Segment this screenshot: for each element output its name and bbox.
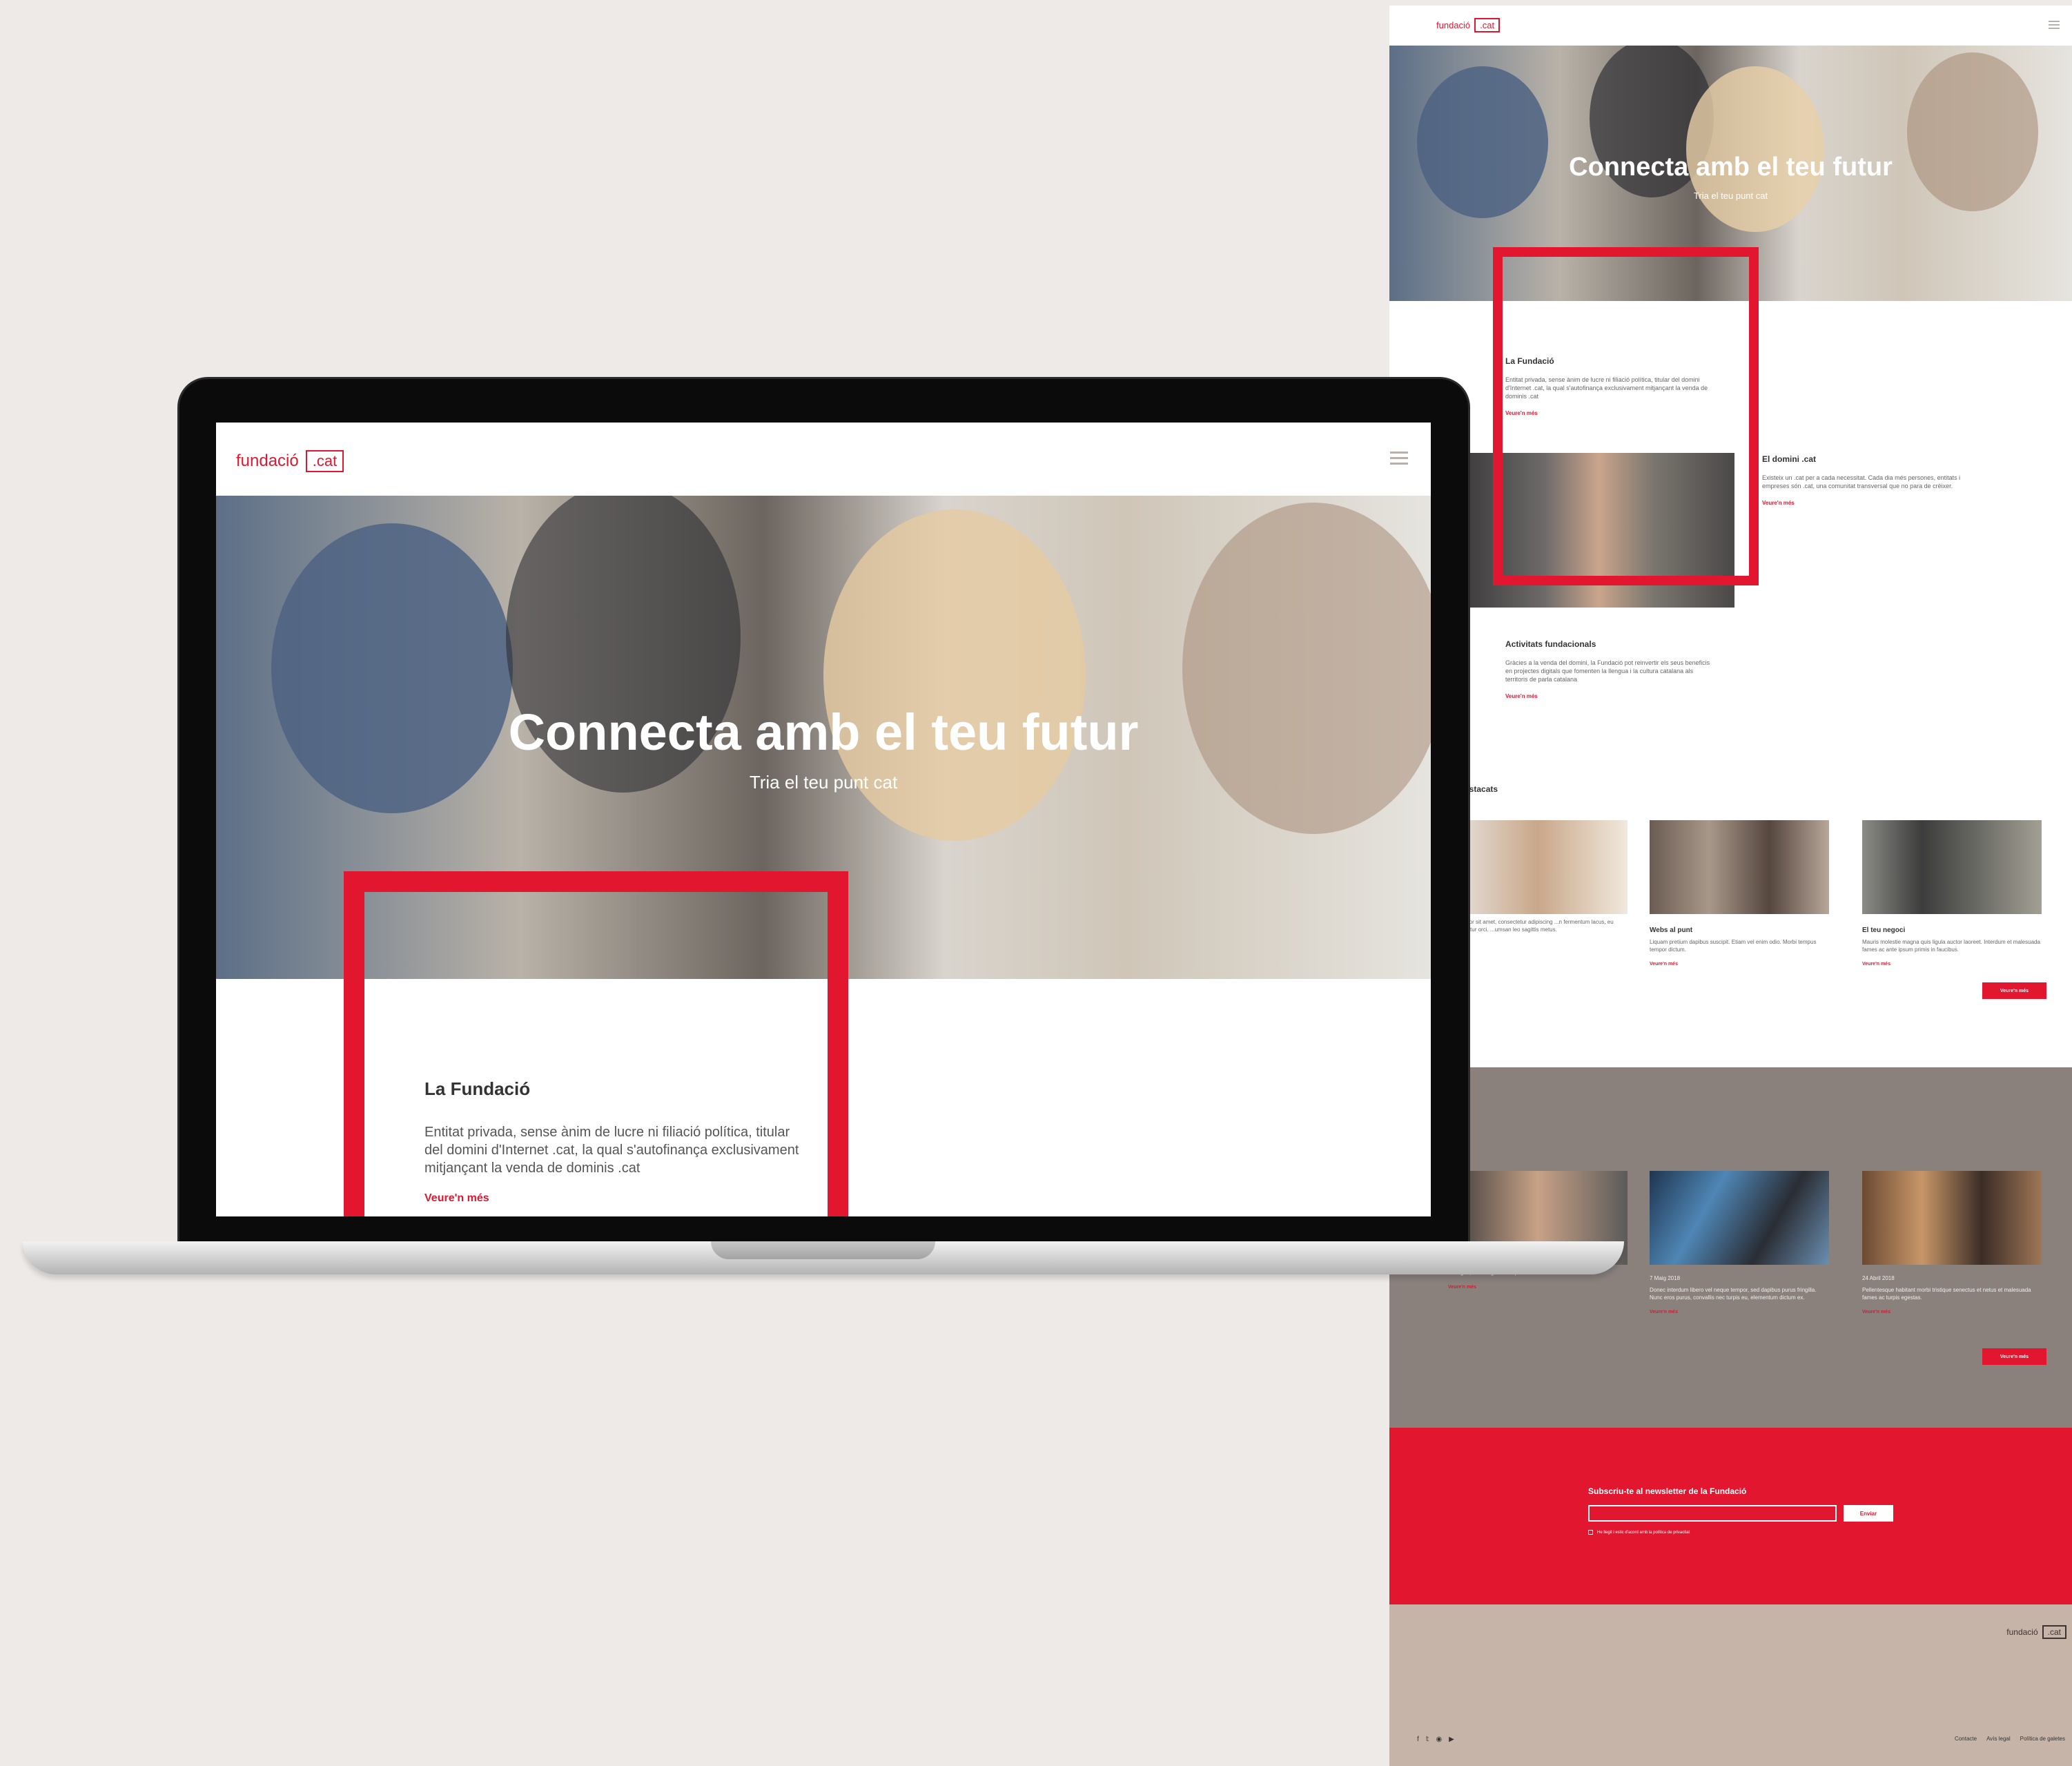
domain-link[interactable]: Veure'n més	[1762, 500, 1969, 506]
site-logo[interactable]: fundació .cat	[236, 450, 344, 472]
news-link[interactable]: Veure'n més	[1650, 1310, 1829, 1314]
red-frame-decoration	[1493, 247, 1759, 585]
about-title: La Fundació	[1505, 356, 1554, 366]
newsletter-title: Subscriu-te al newsletter de la Fundació	[1588, 1486, 1747, 1496]
featured-card[interactable]: Webs al punt Liquam pretium dapibus susc…	[1650, 820, 1829, 967]
page-preview: fundació .cat Connecta amb el teu futur …	[1389, 6, 2072, 1766]
twitter-icon[interactable]: 𝕥	[1426, 1736, 1429, 1743]
featured-text: Mauris molestie magna quis ligula auctor…	[1862, 939, 2040, 953]
logo-text: fundació	[236, 452, 299, 470]
newsletter-submit-button[interactable]: Enviar	[1844, 1505, 1893, 1522]
logo-tld: .cat	[2042, 1625, 2066, 1639]
privacy-label: He llegit i estic d'acord amb la polític…	[1597, 1530, 1690, 1535]
featured-image	[1448, 820, 1628, 914]
privacy-checkbox[interactable]: He llegit i estic d'acord amb la polític…	[1588, 1530, 1690, 1535]
domain-card: El domini .cat Existeix un .cat per a ca…	[1762, 454, 1969, 506]
featured-title-item: El teu negoci	[1862, 926, 1906, 934]
preview-header: fundació .cat	[1389, 6, 2072, 46]
logo-text: fundació	[1436, 20, 1471, 30]
footer: fundació .cat f 𝕥 ◉ ▶ Contacte Avís lega…	[1389, 1604, 2072, 1766]
featured-link[interactable]: Veure'n més	[1862, 962, 2042, 967]
news-date: 7 Maig 2018	[1650, 1275, 1681, 1281]
about-link[interactable]: Veure'n més	[1505, 410, 1712, 416]
featured-title-item: Webs al punt	[1650, 926, 1693, 934]
news-card[interactable]: 24 Abril 2018 Pellentesque habitant morb…	[1862, 1171, 2042, 1314]
news-link[interactable]: Veure'n més	[1862, 1310, 2042, 1314]
social-links: f 𝕥 ◉ ▶	[1417, 1736, 1454, 1743]
about-title: La Fundació	[424, 1078, 531, 1099]
menu-icon[interactable]	[2049, 21, 2060, 29]
news-more-button[interactable]: Veure'n més	[1982, 1348, 2046, 1365]
featured-more-button[interactable]: Veure'n més	[1982, 982, 2046, 999]
footer-links: Contacte Avís legal Política de galetes	[1955, 1736, 2065, 1742]
activities-card: Activitats fundacionals Gràcies a la ven…	[1505, 639, 1712, 699]
preview-logo[interactable]: fundació .cat	[1436, 18, 1501, 32]
about-link[interactable]: Veure'n més	[424, 1192, 811, 1205]
logo-tld: .cat	[305, 450, 344, 472]
hero-title: Connecta amb el teu futur	[508, 704, 1139, 761]
menu-icon[interactable]	[1390, 452, 1408, 465]
site-header: fundació .cat	[216, 423, 1431, 496]
domain-text: Existeix un .cat per a cada necessitat. …	[1762, 474, 1961, 489]
facebook-icon[interactable]: f	[1417, 1736, 1419, 1743]
featured-link[interactable]: Veure'n més	[1650, 962, 1829, 967]
about-card: La Fundació Entitat privada, sense ànim …	[1505, 356, 1712, 416]
laptop-screen: fundació .cat Connecta amb el teu futur …	[216, 423, 1431, 1216]
hero-subtitle: Tria el teu punt cat	[1693, 191, 1768, 201]
news-card[interactable]: 7 Maig 2018 Donec interdum libero vel ne…	[1650, 1171, 1829, 1314]
logo-text: fundació	[2006, 1627, 2038, 1637]
about-card: La Fundació Entitat privada, sense ànim …	[424, 1078, 811, 1205]
footer-link-legal[interactable]: Avís legal	[1986, 1736, 2011, 1742]
featured-text: ...um dolor sit amet, consectetur adipis…	[1448, 919, 1614, 933]
newsletter-section: Subscriu-te al newsletter de la Fundació…	[1389, 1428, 2072, 1604]
logo-tld: .cat	[1474, 18, 1501, 32]
news-date: 24 Abril 2018	[1862, 1275, 1895, 1281]
activities-link[interactable]: Veure'n més	[1505, 693, 1712, 699]
news-link[interactable]: Veure'n més	[1448, 1285, 1628, 1290]
hero-title: Connecta amb el teu futur	[1569, 153, 1893, 182]
featured-image	[1650, 820, 1829, 914]
featured-card[interactable]: ...um dolor sit amet, consectetur adipis…	[1448, 820, 1628, 933]
rss-icon[interactable]: ◉	[1436, 1736, 1442, 1743]
activities-text: Gràcies a la venda del domini, la Fundac…	[1505, 659, 1710, 683]
featured-card[interactable]: El teu negoci Mauris molestie magna quis…	[1862, 820, 2042, 967]
footer-link-contact[interactable]: Contacte	[1955, 1736, 1977, 1742]
about-text: Entitat privada, sense ànim de lucre ni …	[424, 1125, 799, 1176]
news-text: Pellentesque habitant morbi tristique se…	[1862, 1287, 2031, 1301]
footer-link-cookies[interactable]: Política de galetes	[2020, 1736, 2065, 1742]
hero-subtitle: Tria el teu punt cat	[749, 772, 898, 793]
newsletter-email-input[interactable]	[1588, 1505, 1837, 1522]
news-text: Donec interdum libero vel neque tempor, …	[1650, 1287, 1817, 1301]
domain-title: El domini .cat	[1762, 454, 1817, 464]
news-image	[1650, 1171, 1829, 1265]
featured-text: Liquam pretium dapibus suscipit. Etiam v…	[1650, 939, 1817, 953]
laptop-notch	[711, 1241, 935, 1259]
checkbox-icon[interactable]	[1588, 1530, 1593, 1535]
footer-logo[interactable]: fundació .cat	[2006, 1625, 2066, 1639]
news-image	[1862, 1171, 2042, 1265]
activities-title: Activitats fundacionals	[1505, 639, 1596, 649]
featured-image	[1862, 820, 2042, 914]
about-text: Entitat privada, sense ànim de lucre ni …	[1505, 376, 1708, 400]
youtube-icon[interactable]: ▶	[1449, 1736, 1454, 1743]
